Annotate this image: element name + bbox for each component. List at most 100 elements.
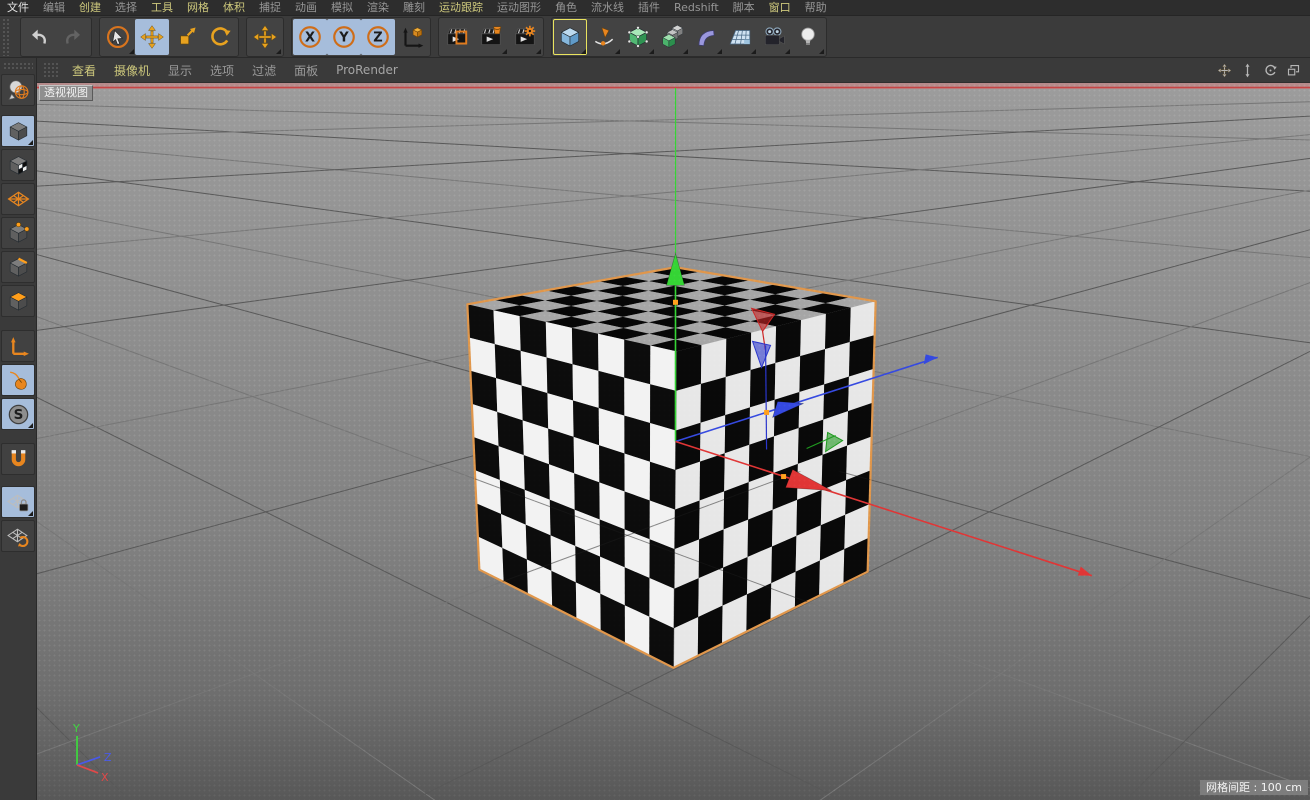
menu-item-mograph[interactable]: 运动图形 bbox=[490, 0, 548, 16]
vp-rotate-icon bbox=[1264, 64, 1277, 75]
menu-item-select[interactable]: 选择 bbox=[108, 0, 144, 16]
toolbar-grip[interactable] bbox=[2, 17, 11, 56]
menu-item-render[interactable]: 渲染 bbox=[360, 0, 396, 16]
live-selection-button[interactable] bbox=[101, 19, 135, 55]
view-maximize-button[interactable] bbox=[1285, 62, 1301, 78]
edges-mode-button[interactable] bbox=[1, 251, 35, 283]
render-view-icon bbox=[447, 28, 468, 45]
render-settings-button[interactable] bbox=[508, 19, 542, 55]
menu-item-animate[interactable]: 动画 bbox=[288, 0, 324, 16]
recent-tool-button[interactable] bbox=[248, 19, 282, 55]
texture-mode-button[interactable] bbox=[1, 149, 35, 181]
gizmo-scale-handle[interactable] bbox=[764, 409, 770, 415]
scene-canvas[interactable]: Y ZX bbox=[37, 83, 1310, 800]
menu-item-simulate[interactable]: 模拟 bbox=[324, 0, 360, 16]
menu-item-volume[interactable]: 体积 bbox=[216, 0, 252, 16]
axis-label-z: Z bbox=[104, 751, 112, 764]
menu-item-window[interactable]: 窗口 bbox=[762, 0, 798, 16]
menu-item-character[interactable]: 角色 bbox=[548, 0, 584, 16]
add-environment-button[interactable] bbox=[723, 19, 757, 55]
menu-item-help[interactable]: 帮助 bbox=[798, 0, 834, 16]
viewport-menu-view[interactable]: 查看 bbox=[63, 62, 105, 79]
scale-icon bbox=[180, 26, 196, 44]
move-tool-button[interactable] bbox=[135, 18, 169, 55]
points-mode-button[interactable] bbox=[1, 217, 35, 249]
polygons-mode-button[interactable] bbox=[1, 285, 35, 317]
app-window: 文件 编辑 创建 选择 工具 网格 体积 捕捉 动画 模拟 渲染 雕刻 运动跟踪 运动图形 角色 流水线 插件 R… bbox=[0, 0, 1310, 800]
rotate-tool-button[interactable] bbox=[203, 19, 237, 55]
axis-l-icon bbox=[10, 336, 29, 356]
tweak-mode-button[interactable] bbox=[1, 364, 35, 396]
bend-icon bbox=[698, 29, 715, 46]
add-cube-button[interactable] bbox=[553, 18, 587, 55]
menu-item-pipeline[interactable]: 流水线 bbox=[584, 0, 631, 16]
viewport-menu-display[interactable]: 显示 bbox=[159, 62, 201, 79]
view-rotate-button[interactable] bbox=[1262, 62, 1278, 78]
undo-button[interactable] bbox=[22, 19, 56, 55]
menu-item-motion-tracker[interactable]: 运动跟踪 bbox=[432, 0, 490, 16]
add-light-button[interactable] bbox=[791, 19, 825, 55]
gizmo-scale-handle[interactable] bbox=[672, 299, 679, 305]
axis-label-x: X bbox=[101, 771, 109, 784]
vp-zoom-icon bbox=[1245, 63, 1249, 77]
menu-item-script[interactable]: 脚本 bbox=[726, 0, 762, 16]
grid-spacing-badge: 网格间距 : 100 cm bbox=[1200, 780, 1308, 795]
lock-y-button[interactable]: Y bbox=[327, 18, 361, 55]
viewport-menu-bar: 查看 摄像机 显示 选项 过滤 面板 ProRender bbox=[37, 58, 1310, 83]
render-picture-viewer-button[interactable] bbox=[474, 19, 508, 55]
main-toolbar: X Y Z bbox=[0, 16, 1310, 58]
menu-item-plugins[interactable]: 插件 bbox=[631, 0, 667, 16]
viewport-menu-cameras[interactable]: 摄像机 bbox=[105, 62, 159, 79]
snap-settings-button[interactable] bbox=[1, 443, 35, 475]
workplane-icon bbox=[6, 190, 30, 207]
undo-icon bbox=[31, 29, 46, 44]
add-spline-button[interactable] bbox=[587, 19, 621, 55]
make-editable-button[interactable] bbox=[1, 74, 35, 106]
menu-item-tools[interactable]: 工具 bbox=[144, 0, 180, 16]
lock-z-button[interactable]: Z bbox=[361, 18, 395, 55]
menu-item-edit[interactable]: 编辑 bbox=[36, 0, 72, 16]
lock-workplane-button[interactable] bbox=[1, 486, 35, 518]
model-mode-button[interactable] bbox=[1, 115, 35, 147]
menu-item-create[interactable]: 创建 bbox=[72, 0, 108, 16]
enable-snap-button[interactable]: S bbox=[1, 398, 35, 430]
viewport-menu-grip[interactable] bbox=[43, 62, 59, 78]
plane-lock-icon bbox=[6, 494, 28, 511]
svg-text:S: S bbox=[13, 407, 23, 423]
view-zoom-button[interactable] bbox=[1239, 62, 1255, 78]
viewport-menu-options[interactable]: 选项 bbox=[201, 62, 243, 79]
coord-icon bbox=[403, 26, 424, 48]
menu-item-redshift[interactable]: Redshift bbox=[667, 0, 726, 16]
add-camera-button[interactable] bbox=[757, 19, 791, 55]
lock-x-button[interactable]: X bbox=[293, 18, 327, 55]
gizmo-scale-handle[interactable] bbox=[781, 474, 787, 480]
redo-button[interactable] bbox=[56, 19, 90, 55]
workplane-mode-button[interactable] bbox=[1, 183, 35, 215]
viewport-menu-filter[interactable]: 过滤 bbox=[243, 62, 285, 79]
viewport-3d[interactable]: Y ZX 透视视图 网格间距 : 100 cm bbox=[37, 83, 1310, 800]
scale-tool-button[interactable] bbox=[169, 19, 203, 55]
toolbar-group-history bbox=[20, 16, 92, 57]
menu-item-snap[interactable]: 捕捉 bbox=[252, 0, 288, 16]
viewport-menu-prorender[interactable]: ProRender bbox=[327, 63, 407, 77]
add-deformer-button[interactable] bbox=[689, 19, 723, 55]
add-array-button[interactable] bbox=[655, 19, 689, 55]
render-view-button[interactable] bbox=[440, 19, 474, 55]
viewport-view-label: 透视视图 bbox=[39, 85, 93, 101]
menu-item-sculpt[interactable]: 雕刻 bbox=[396, 0, 432, 16]
plane-rotate-icon bbox=[6, 528, 28, 547]
view-pan-button[interactable] bbox=[1216, 62, 1232, 78]
sidebar-grip[interactable] bbox=[3, 62, 33, 70]
globe-editable-icon bbox=[8, 79, 28, 100]
menu-item-file[interactable]: 文件 bbox=[0, 0, 36, 16]
viewport-controls bbox=[1216, 62, 1310, 78]
render-pv-icon bbox=[481, 25, 502, 45]
viewport-menu-panel[interactable]: 面板 bbox=[285, 62, 327, 79]
menu-item-mesh[interactable]: 网格 bbox=[180, 0, 216, 16]
pen-icon bbox=[594, 26, 614, 45]
workplane-alignment-button[interactable] bbox=[1, 520, 35, 552]
enable-axis-button[interactable] bbox=[1, 330, 35, 362]
coord-system-button[interactable] bbox=[395, 19, 429, 55]
add-subdivision-surface-button[interactable] bbox=[621, 19, 655, 55]
redo-icon bbox=[66, 29, 81, 44]
